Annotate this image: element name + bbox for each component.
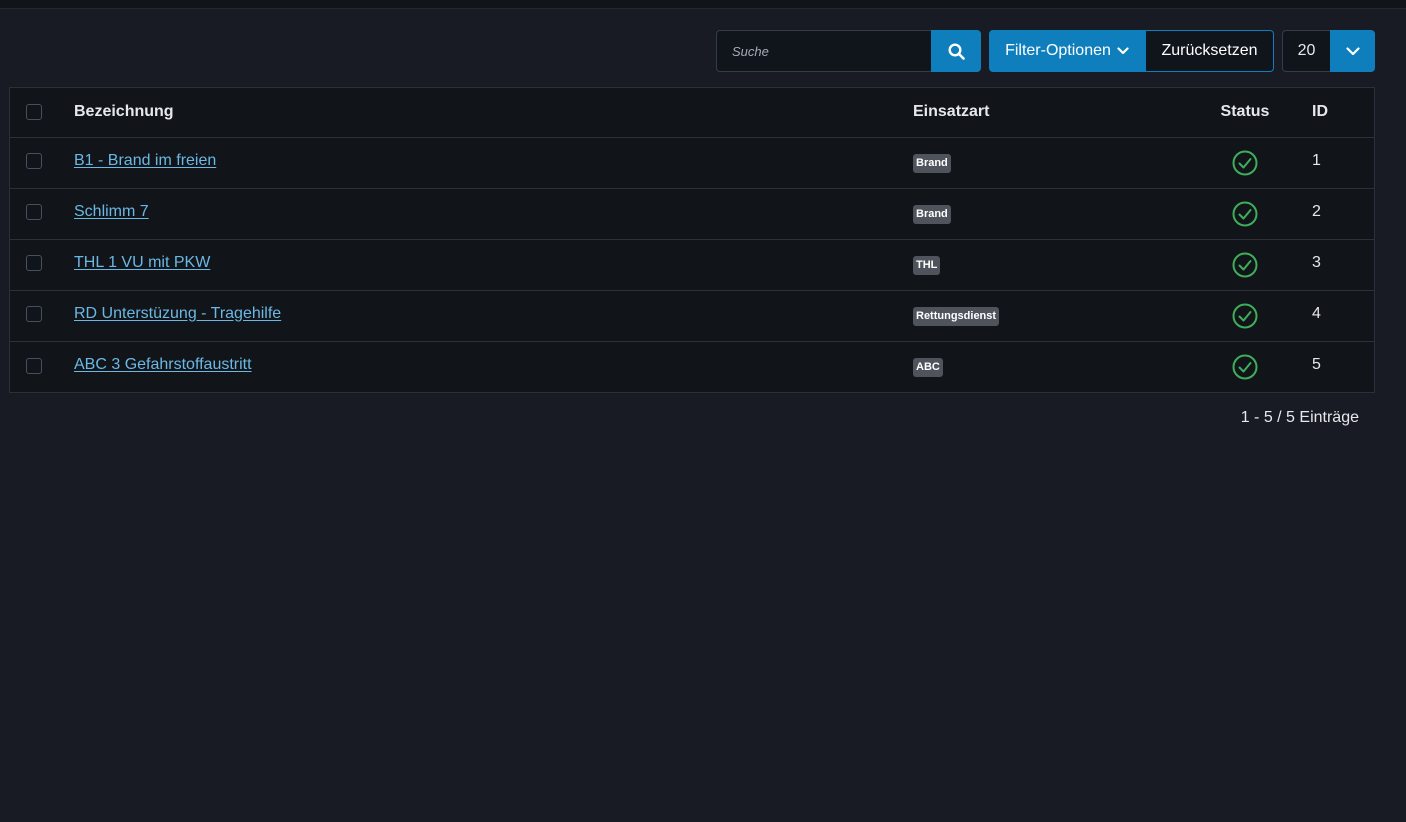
row-id: 2 [1312, 202, 1321, 220]
filter-options-label: Filter-Optionen [1005, 42, 1111, 59]
list-limit-value: 20 [1282, 30, 1330, 72]
row-name-link[interactable]: ABC 3 Gefahrstoffaustritt [74, 356, 252, 373]
type-badge: Rettungsdienst [913, 306, 1000, 326]
row-name-link[interactable]: THL 1 VU mit PKW [74, 254, 210, 271]
search-input[interactable] [716, 30, 931, 72]
row-name-link[interactable]: Schlimm 7 [74, 203, 149, 220]
table-header-row: Bezeichnung Einsatzart Status ID [10, 88, 1374, 137]
column-header-name[interactable]: Bezeichnung [74, 88, 913, 137]
row-id: 4 [1312, 304, 1321, 322]
type-badge: THL [913, 255, 941, 275]
row-checkbox[interactable] [26, 255, 42, 272]
select-all-checkbox[interactable] [26, 104, 42, 121]
row-name-link[interactable]: B1 - Brand im freien [74, 152, 216, 169]
top-bar [0, 0, 1406, 9]
type-badge: Brand [913, 204, 951, 224]
list-limit-toggle[interactable] [1330, 30, 1375, 72]
chevron-down-icon [1117, 47, 1129, 55]
table-row: B1 - Brand im freien Brand 1 [10, 137, 1374, 188]
row-checkbox[interactable] [26, 153, 42, 170]
pagination-summary: 1 - 5 / 5 Einträge [1240, 409, 1359, 426]
table-row: Schlimm 7 Brand 2 [10, 188, 1374, 239]
row-name-link[interactable]: RD Unterstüzung - Tragehilfe [74, 305, 281, 322]
search-button[interactable] [931, 30, 981, 72]
table-row: ABC 3 Gefahrstoffaustritt ABC 5 [10, 341, 1374, 392]
filter-group: Filter-Optionen Zurücksetzen [989, 30, 1274, 72]
published-check-icon[interactable] [1231, 149, 1259, 177]
published-check-icon[interactable] [1231, 251, 1259, 279]
column-header-id[interactable]: ID [1290, 88, 1374, 137]
column-header-type[interactable]: Einsatzart [913, 88, 1200, 137]
reset-label: Zurücksetzen [1161, 42, 1258, 59]
filter-options-button[interactable]: Filter-Optionen [989, 30, 1145, 72]
list-limit-select[interactable]: 20 [1282, 30, 1375, 72]
chevron-down-icon [1345, 46, 1360, 55]
search-group [716, 30, 981, 72]
row-id: 5 [1312, 355, 1321, 373]
row-id: 1 [1312, 151, 1321, 169]
published-check-icon[interactable] [1231, 302, 1259, 330]
row-checkbox[interactable] [26, 357, 42, 374]
column-header-status[interactable]: Status [1200, 88, 1290, 137]
type-badge: ABC [913, 357, 943, 377]
data-table: Bezeichnung Einsatzart Status ID B1 - Br… [9, 87, 1375, 393]
row-checkbox[interactable] [26, 306, 42, 323]
reset-button[interactable]: Zurücksetzen [1145, 30, 1274, 72]
table-row: RD Unterstüzung - Tragehilfe Rettungsdie… [10, 290, 1374, 341]
type-badge: Brand [913, 153, 951, 173]
published-check-icon[interactable] [1231, 353, 1259, 381]
published-check-icon[interactable] [1231, 200, 1259, 228]
row-checkbox[interactable] [26, 204, 42, 221]
table-row: THL 1 VU mit PKW THL 3 [10, 239, 1374, 290]
search-icon [947, 42, 965, 60]
row-id: 3 [1312, 253, 1321, 271]
